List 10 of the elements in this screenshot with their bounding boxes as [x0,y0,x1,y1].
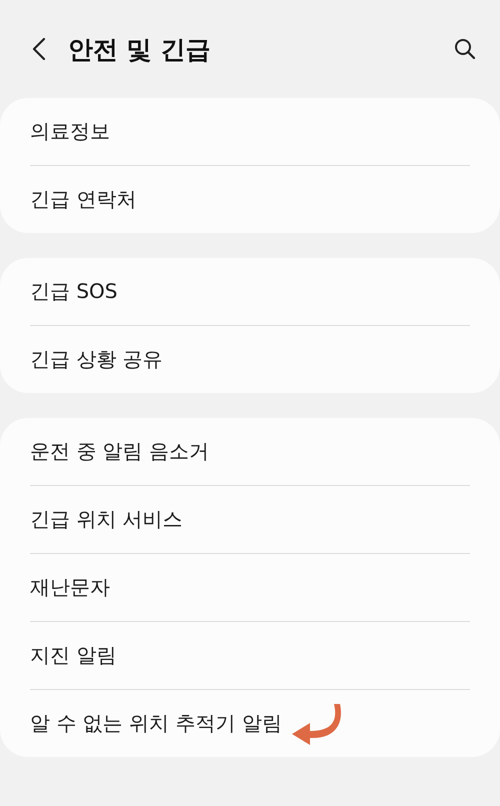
settings-item[interactable]: 긴급 SOS [30,278,118,305]
settings-item[interactable]: 지진 알림 [30,642,116,669]
settings-item[interactable]: 의료정보 [30,118,110,145]
settings-item[interactable]: 긴급 위치 서비스 [30,506,183,533]
settings-item[interactable]: 재난문자 [30,574,110,601]
settings-item[interactable]: 운전 중 알림 음소거 [30,438,210,465]
settings-item[interactable]: 알 수 없는 위치 추적기 알림 [30,710,282,737]
page-title: 안전 및 긴급 [68,34,212,66]
settings-item[interactable]: 긴급 연락처 [30,186,136,213]
settings-item[interactable]: 긴급 상황 공유 [30,346,163,373]
